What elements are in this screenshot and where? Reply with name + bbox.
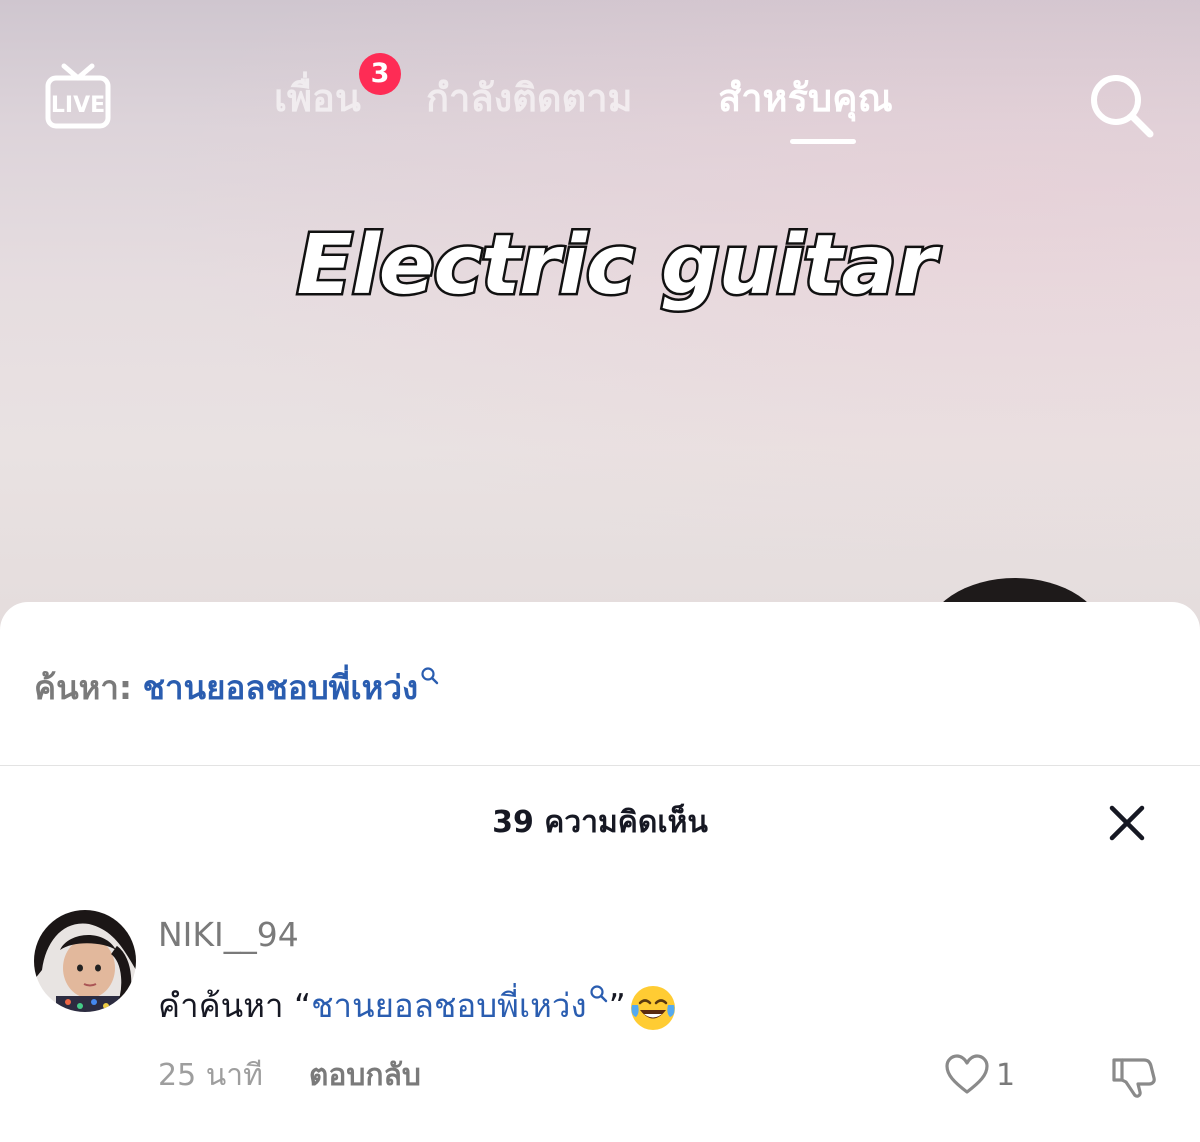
tears-of-joy-emoji — [630, 985, 675, 1030]
search-suggestion[interactable]: ค้นหา: ชานยอลชอบพี่เหว่ง — [34, 660, 440, 716]
avatar[interactable] — [34, 910, 136, 1012]
search-suggestion-icon — [421, 667, 439, 685]
like-count: 1 — [996, 1058, 1016, 1093]
video-overlay-text: Electric guitar — [294, 216, 938, 316]
search-suggestion-term[interactable]: ชานยอลชอบพี่เหว่ง — [143, 668, 418, 707]
comment-username[interactable]: NIKI__94 — [158, 912, 299, 958]
search-icon[interactable] — [1086, 70, 1156, 140]
thumbs-down-icon[interactable] — [1108, 1050, 1158, 1100]
heart-icon[interactable] — [944, 1052, 990, 1098]
tab-friends[interactable]: เพื่อน — [274, 70, 361, 126]
close-icon[interactable] — [1106, 802, 1148, 844]
feed-tabs: เพื่อน กำลังติดตาม สำหรับคุณ — [0, 70, 1200, 140]
comment-meta: 25 นาที ตอบกลับ — [158, 1054, 421, 1098]
top-bar: LIVE เพื่อน กำลังติดตาม สำหรับคุณ 3 — [0, 0, 1200, 160]
comment-search-link[interactable]: ชานยอลชอบพี่เหว่ง — [311, 986, 586, 1025]
comment-search-link-icon — [589, 985, 607, 1003]
tab-following[interactable]: กำลังติดตาม — [426, 70, 633, 126]
divider — [0, 765, 1200, 766]
reply-button[interactable]: ตอบกลับ — [309, 1058, 421, 1093]
comment-text: คำค้นหา “ชานยอลชอบพี่เหว่ง ” — [158, 978, 678, 1034]
tab-for-you[interactable]: สำหรับคุณ — [718, 70, 893, 126]
comment-text-suffix: ” — [608, 986, 626, 1025]
active-tab-indicator — [790, 139, 856, 144]
notification-badge: 3 — [359, 53, 401, 95]
comment-time: 25 นาที — [158, 1058, 263, 1093]
comments-count-title: 39 ความคิดเห็น — [492, 805, 708, 840]
search-suggestion-label: ค้นหา: — [34, 668, 133, 707]
comment-text-prefix: คำค้นหา “ — [158, 986, 312, 1025]
